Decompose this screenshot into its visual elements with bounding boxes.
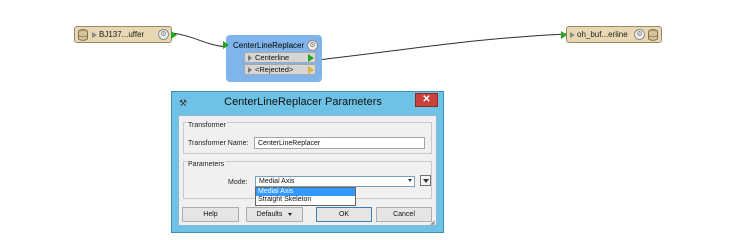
close-button[interactable]: ✕: [415, 93, 438, 107]
output-port-icon[interactable]: [308, 53, 314, 62]
output-port-centerline[interactable]: Centerline: [244, 52, 316, 63]
rejected-port-icon[interactable]: [308, 65, 314, 74]
input-port-icon[interactable]: [223, 41, 229, 49]
reader-feature-type[interactable]: BJ137...uffer ⚙: [74, 26, 177, 43]
dialog-title-bar[interactable]: ⚒ CenterLineReplacer Parameters ✕: [172, 92, 443, 114]
chevron-down-icon: [423, 179, 429, 183]
resize-grip-icon[interactable]: ◢: [430, 220, 436, 226]
mode-select[interactable]: Medial Axis: [255, 176, 415, 187]
defaults-button[interactable]: Defaults: [246, 207, 303, 222]
expand-arrow-icon[interactable]: [248, 66, 252, 73]
connection-transformer-to-writer[interactable]: [317, 33, 567, 61]
writer-label: oh_buf...erline: [577, 30, 628, 39]
reader-label: BJ137...uffer: [99, 30, 145, 39]
mode-selected-value: Medial Axis: [259, 178, 295, 185]
defaults-label: Defaults: [256, 211, 283, 218]
transformer-name: CenterLineReplacer: [233, 40, 305, 50]
writer-feature-type[interactable]: oh_buf...erline ⚙: [561, 26, 662, 43]
gear-icon[interactable]: ⚙: [307, 39, 318, 51]
expand-arrow-icon[interactable]: [92, 31, 97, 38]
gear-icon[interactable]: ⚙: [634, 29, 645, 40]
transformer-name-label: Transformer Name:: [188, 140, 249, 147]
group-title: Transformer: [187, 122, 227, 129]
port-label: <Rejected>: [255, 65, 294, 74]
output-port-icon[interactable]: [171, 30, 177, 39]
transformer-group: Transformer Transformer Name: CenterLine…: [183, 122, 432, 154]
database-icon: [75, 27, 91, 42]
expand-arrow-icon[interactable]: [248, 54, 252, 61]
database-icon: [645, 27, 661, 42]
dialog-title: CenterLineReplacer Parameters: [224, 96, 382, 108]
parameter-menu-button[interactable]: [420, 175, 431, 186]
expand-arrow-icon[interactable]: [570, 31, 575, 38]
input-port-icon[interactable]: [561, 30, 567, 39]
mode-dropdown-list: Medial Axis Straight Skeleton: [255, 187, 356, 206]
dialog-body: Transformer Transformer Name: CenterLine…: [178, 115, 437, 226]
mode-label: Mode:: [228, 179, 248, 186]
ok-button[interactable]: OK: [316, 207, 372, 222]
transformer-header[interactable]: CenterLineReplacer ⚙: [223, 39, 318, 51]
transformer-centerlinereplacer[interactable]: CenterLineReplacer ⚙ Centerline <Rejecte…: [223, 35, 322, 82]
chevron-down-icon[interactable]: [408, 179, 412, 182]
port-label: Centerline: [255, 53, 290, 62]
output-port-rejected[interactable]: <Rejected>: [244, 64, 316, 75]
connection-reader-to-transformer[interactable]: [171, 32, 230, 48]
mode-option-straight-skeleton[interactable]: Straight Skeleton: [256, 196, 355, 204]
chevron-down-icon: [288, 213, 293, 216]
group-title: Parameters: [187, 161, 226, 168]
mode-option-medial-axis[interactable]: Medial Axis: [256, 188, 355, 196]
transformer-name-input[interactable]: CenterLineReplacer: [254, 137, 425, 149]
parameters-group: Parameters Mode: Medial Axis Medial Axis…: [183, 161, 432, 206]
parameters-dialog: ⚒ CenterLineReplacer Parameters ✕ Transf…: [171, 91, 444, 233]
cancel-button[interactable]: Cancel: [376, 207, 432, 222]
help-button[interactable]: Help: [182, 207, 239, 222]
gear-icon[interactable]: ⚙: [158, 29, 169, 40]
